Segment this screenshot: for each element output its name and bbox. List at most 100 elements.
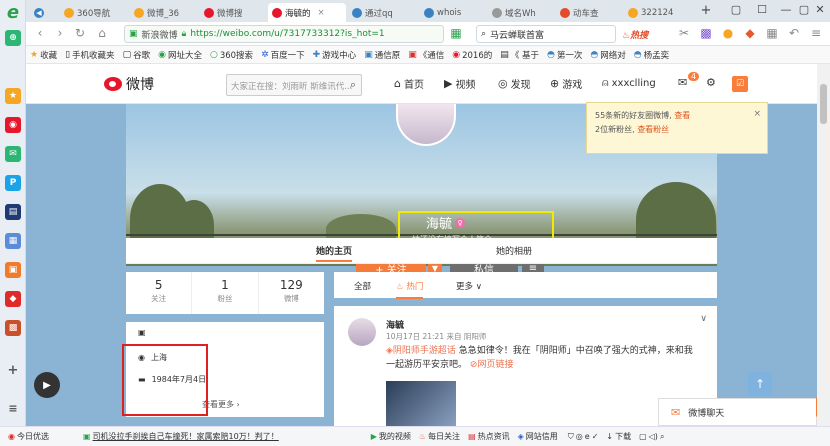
post-avatar[interactable] xyxy=(348,318,376,346)
forward-icon[interactable]: › xyxy=(52,26,68,40)
bookmark-item[interactable]: ▯ 手机收藏夹 xyxy=(65,49,114,61)
weibo-app-icon[interactable]: ◉ xyxy=(5,117,21,133)
status-news[interactable]: ▤ 热点资讯 xyxy=(468,431,510,442)
bookmark-item[interactable]: ▤ 《 基于 xyxy=(500,49,539,61)
nav-home[interactable]: ⌂ 首页 xyxy=(394,76,424,91)
page-scrollbar[interactable] xyxy=(817,64,830,426)
stat-fans[interactable]: 1 粉丝 xyxy=(192,272,259,314)
status-daily[interactable]: ♨ 每日关注 xyxy=(419,431,460,442)
bookmark-item[interactable]: ◓ 网络对 xyxy=(590,49,625,61)
close-icon[interactable]: × xyxy=(753,107,761,121)
tab-1[interactable]: 微博_36 xyxy=(130,3,196,22)
nav-game[interactable]: ⊕ 游戏 xyxy=(550,76,582,91)
new-tab-button[interactable]: + xyxy=(698,3,714,18)
tab-7[interactable]: 动车查 xyxy=(556,3,622,22)
back-icon[interactable]: ‹ xyxy=(32,26,48,40)
status-icons[interactable]: ⛉ ◎ e ✓ xyxy=(568,432,599,442)
write-post-button[interactable]: ☑ xyxy=(732,76,748,92)
green-app-icon[interactable]: ⊕ xyxy=(5,30,21,46)
tab-8[interactable]: 322124 xyxy=(624,3,690,22)
star-icon[interactable]: ★ xyxy=(5,88,21,104)
extension-icon[interactable]: ▩ xyxy=(698,26,714,40)
grid-icon[interactable]: ▦ xyxy=(764,26,780,40)
tab-0[interactable]: 360导航 xyxy=(60,3,126,22)
tab-back-circle[interactable]: ◀ xyxy=(30,3,48,22)
tab-5[interactable]: whois xyxy=(420,3,486,22)
view-link[interactable]: 查看 xyxy=(674,111,690,120)
home-icon[interactable]: ⌂ xyxy=(94,26,110,40)
scrollbar-thumb[interactable] xyxy=(820,84,827,124)
tab-her-album[interactable]: 她的相册 xyxy=(496,244,532,257)
bookmark-item[interactable]: ▣ 通信原 xyxy=(364,49,400,61)
url-input[interactable]: ▣ 新浪微博 🔒︎ https://weibo.com/u/7317733312… xyxy=(124,25,444,43)
hot-search-label[interactable]: ♨热搜 xyxy=(622,28,648,41)
bookmark-item[interactable]: ✲ 百度一下 xyxy=(261,49,305,61)
app-icon-game[interactable]: ▣ xyxy=(5,262,21,278)
settings-button[interactable]: ⚙ xyxy=(706,76,716,89)
status-credit[interactable]: ◈ 网站信用 xyxy=(518,431,558,442)
bookmark-item[interactable]: ◉ 2016的 xyxy=(452,49,492,61)
nav-discover[interactable]: ◎ 发现 xyxy=(498,76,531,91)
app-icon-shop[interactable]: ◆ xyxy=(5,291,21,307)
bookmark-item[interactable]: ✚ 游戏中心 xyxy=(313,49,357,61)
post-image[interactable] xyxy=(386,381,456,426)
bookmark-item[interactable]: ◓ 第一次 xyxy=(547,49,582,61)
weibo-search-input[interactable]: 大家正在搜：刘雨昕 斯维讯代... ⌕ xyxy=(226,74,362,96)
status-video[interactable]: ▶ 我的视频 xyxy=(371,431,411,442)
bookmark-item[interactable]: ◉ 网址大全 xyxy=(158,49,202,61)
search-input[interactable]: ⌕ 马云蝉联首富 xyxy=(476,25,616,43)
bookmark-item[interactable]: ▣ 《通信 xyxy=(408,49,444,61)
window-skin-icon[interactable]: ☐ xyxy=(754,3,770,16)
stat-posts[interactable]: 129 微博 xyxy=(259,272,324,314)
bookmark-item[interactable]: ○ 360搜索 xyxy=(210,49,253,61)
bookmark-item[interactable]: ◓ 杨孟奕 xyxy=(634,49,669,61)
minimize-button[interactable]: — xyxy=(778,3,794,16)
coin-icon[interactable]: ● xyxy=(720,26,736,40)
nav-video[interactable]: ▶ 视频 xyxy=(444,76,475,91)
weibo-chat-bar[interactable]: ✉ 微博聊天 xyxy=(658,398,817,426)
tab-her-home[interactable]: 她的主页 xyxy=(316,244,353,262)
maximize-button[interactable]: ▢ xyxy=(796,3,812,16)
tab-close-icon[interactable]: × xyxy=(318,8,325,18)
refresh-icon[interactable]: ↻ xyxy=(72,26,88,40)
feed-tab-all[interactable]: 全部 xyxy=(354,280,371,292)
bookmark-item[interactable]: ▢ 谷歌 xyxy=(123,49,151,61)
qr-icon[interactable]: ▦ xyxy=(448,26,464,40)
web-link[interactable]: 网页链接 xyxy=(477,360,513,370)
app-icon-doc[interactable]: ▦ xyxy=(5,233,21,249)
cut-icon[interactable]: ✂ xyxy=(676,26,692,40)
app-icon-news[interactable]: ▤ xyxy=(5,204,21,220)
app-icon-red[interactable]: ▩ xyxy=(5,320,21,336)
menu-icon[interactable]: ≡ xyxy=(5,400,21,416)
close-button[interactable]: ✕ xyxy=(812,3,828,16)
today-pick[interactable]: ◉ 今日优选 xyxy=(8,431,49,442)
status-tools[interactable]: ▢ ◁) ⌕ xyxy=(639,432,664,442)
super-topic-link[interactable]: 阴阳师手游超话 xyxy=(393,346,456,356)
app-icon-p[interactable]: P xyxy=(5,175,21,191)
stat-following[interactable]: 5 关注 xyxy=(126,272,193,314)
tab-3-active[interactable]: 海毓的 × xyxy=(268,3,346,22)
nav-user[interactable]: ⍝ xxxclling xyxy=(602,76,656,90)
feed-tab-more[interactable]: 更多 ∨ xyxy=(456,280,482,292)
post-author[interactable]: 海毓 xyxy=(386,318,404,331)
tab-list-icon[interactable]: ▢ xyxy=(728,3,744,16)
feed-tab-hot[interactable]: ♨ 热门 xyxy=(396,280,424,299)
mail-app-icon[interactable]: ✉ xyxy=(5,146,21,162)
search-icon[interactable]: ⌕ xyxy=(350,78,356,92)
game-icon[interactable]: ◆ xyxy=(742,26,758,40)
browser-logo-icon[interactable]: e xyxy=(5,2,21,23)
back-to-top-button[interactable]: ↑ xyxy=(748,372,772,396)
weibo-logo[interactable]: 微博 xyxy=(104,74,154,94)
tab-2[interactable]: 微博搜 xyxy=(200,3,266,22)
add-icon[interactable]: + xyxy=(5,362,21,378)
bookmark-item[interactable]: ★ 收藏 xyxy=(30,49,57,61)
message-button[interactable]: ✉ xyxy=(678,76,687,89)
menu-lines-icon[interactable]: ≡ xyxy=(808,26,824,40)
tab-4[interactable]: 通过qq xyxy=(348,3,418,22)
chevron-down-icon[interactable]: ∨ xyxy=(700,314,707,324)
play-icon[interactable]: ▶ xyxy=(34,372,60,398)
tab-6[interactable]: 域名Wh xyxy=(488,3,554,22)
undo-icon[interactable]: ↶ xyxy=(786,26,802,40)
news-ticker[interactable]: ▣ 司机没拉手刹挨自己车撞死！家属索赔10万！判了！ xyxy=(83,431,279,442)
status-download[interactable]: ↓ 下载 xyxy=(606,431,631,442)
